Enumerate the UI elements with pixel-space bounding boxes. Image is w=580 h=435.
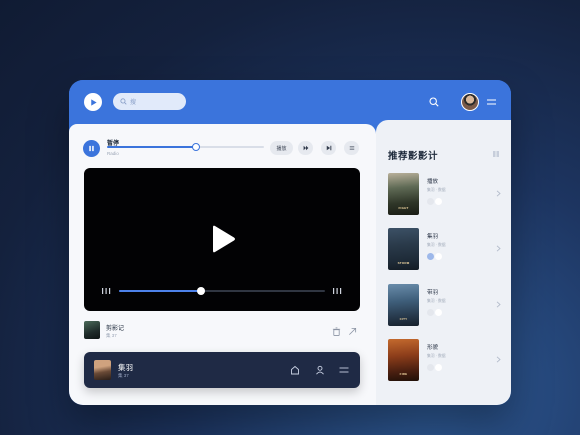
track-subtitle: Radio (107, 151, 119, 156)
recommendation-poster: FIRE (388, 339, 419, 381)
status-dot (427, 253, 434, 260)
volume-bars-icon[interactable] (102, 288, 112, 294)
play-icon[interactable] (210, 225, 236, 253)
trash-icon[interactable] (332, 327, 341, 336)
recommendation-title: 形貌 (427, 345, 439, 351)
recommendation-item[interactable]: STORM 集羽 集羽 · 数据 (388, 228, 504, 270)
list-button[interactable] (344, 141, 359, 155)
list-icon (349, 146, 354, 150)
recommendation-item[interactable]: FIGHT 播放 集羽 · 数据 (388, 173, 504, 215)
top-bar: 搜 (69, 80, 511, 124)
poster-caption: STORM (397, 261, 410, 265)
play-logo-icon (90, 98, 97, 106)
recommendation-title: 带羽 (427, 290, 439, 296)
grid-icon[interactable] (493, 151, 499, 157)
status-dot (427, 364, 434, 371)
status-dot (435, 198, 442, 205)
pause-icon (89, 145, 94, 152)
chevron-right-icon[interactable] (496, 190, 501, 197)
recommendation-meta: 集羽 · 数据 (427, 188, 446, 192)
chevron-right-icon[interactable] (496, 356, 501, 363)
poster-caption: FIGHT (398, 206, 409, 210)
skip-button[interactable] (321, 141, 336, 155)
search-icon[interactable] (429, 97, 439, 107)
recommendation-meta: 集羽 · 数据 (427, 354, 446, 358)
poster-caption: FIRE (399, 372, 408, 376)
home-icon[interactable] (290, 365, 300, 375)
play-button[interactable]: 播放 (270, 141, 293, 155)
app-logo[interactable] (84, 93, 102, 111)
video-player[interactable] (84, 168, 360, 311)
video-progress-handle[interactable] (197, 287, 206, 295)
search-placeholder: 搜 (130, 100, 137, 106)
mini-player-title: 集羽 (118, 363, 133, 372)
recommendations-title: 推荐影影计 (388, 151, 439, 162)
recommendation-poster: CITY (388, 284, 419, 326)
user-icon[interactable] (315, 365, 325, 375)
mini-player-subtitle: 集 37 (118, 373, 129, 378)
chevron-right-icon[interactable] (496, 301, 501, 308)
menu-icon[interactable] (339, 365, 349, 375)
now-playing-subtitle: 集 37 (106, 333, 117, 338)
status-dot (435, 253, 442, 260)
recommendation-title: 播放 (427, 179, 439, 185)
audio-progress-handle[interactable] (192, 143, 201, 151)
skip-icon (326, 145, 331, 151)
status-dot (435, 364, 442, 371)
mini-player-bar[interactable]: 集羽 集 37 (84, 352, 360, 388)
user-avatar[interactable] (461, 93, 479, 111)
status-dot (427, 198, 434, 205)
audio-progress[interactable] (107, 143, 264, 151)
mini-player-thumbnail (94, 360, 111, 380)
fullscreen-bars-icon[interactable] (333, 288, 343, 294)
recommendations-panel: 推荐影影计 FIGHT 播放 集羽 · 数据 STORM 集羽 集羽 · 数据 … (376, 120, 511, 405)
search-icon (120, 98, 127, 105)
video-progress[interactable] (119, 287, 325, 295)
next-button[interactable] (298, 141, 313, 155)
arrow-icon[interactable] (348, 327, 357, 336)
now-playing-title: 剪影记 (106, 326, 125, 332)
poster-caption: CITY (399, 317, 408, 321)
recommendation-poster: FIGHT (388, 173, 419, 215)
main-panel: 暂停 Radio 播放 剪影记 集 37 集羽 集 37 (69, 124, 376, 405)
status-dot (427, 309, 434, 316)
recommendation-meta: 集羽 · 数据 (427, 243, 446, 247)
pause-button[interactable] (83, 140, 100, 157)
status-dot (435, 309, 442, 316)
recommendation-poster: STORM (388, 228, 419, 270)
now-playing-thumbnail (84, 321, 100, 339)
search-input[interactable]: 搜 (113, 93, 186, 110)
recommendation-item[interactable]: FIRE 形貌 集羽 · 数据 (388, 339, 504, 381)
chevron-right-icon[interactable] (496, 245, 501, 252)
next-icon (303, 145, 308, 151)
recommendation-title: 集羽 (427, 234, 439, 240)
app-window: 搜 暂停 Radio 播放 剪影记 集 37 集羽 集 37 推荐影影计 FIG… (69, 80, 511, 405)
video-progress-fill (119, 290, 202, 292)
recommendation-meta: 集羽 · 数据 (427, 299, 446, 303)
recommendation-item[interactable]: CITY 带羽 集羽 · 数据 (388, 284, 504, 326)
audio-progress-fill (107, 146, 197, 148)
menu-icon[interactable] (487, 98, 496, 106)
